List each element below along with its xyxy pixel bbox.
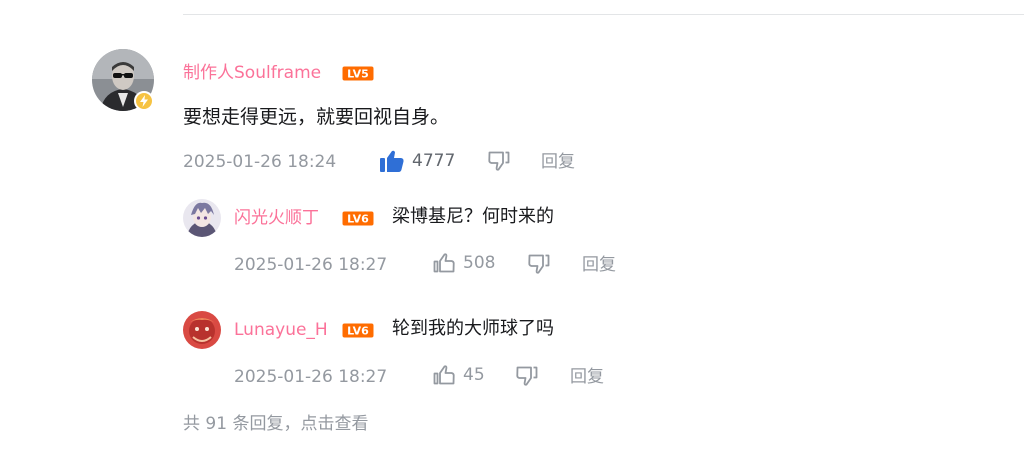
thumbs-down-icon[interactable]	[488, 151, 510, 171]
comment-timestamp: 2025-01-26 18:24	[183, 152, 337, 172]
level-badge: LV6	[342, 323, 374, 338]
vip-badge	[134, 91, 154, 111]
thumbs-up-icon	[433, 365, 455, 385]
reply-avatar[interactable]	[183, 199, 221, 237]
reply-button[interactable]: 回复	[570, 367, 604, 387]
view-more-replies-link[interactable]: 共 91 条回复，点击查看	[183, 414, 368, 434]
like-button[interactable]: 4777	[380, 150, 455, 172]
svg-text:LV6: LV6	[347, 213, 369, 226]
reply-avatar[interactable]	[183, 311, 221, 349]
svg-text:LV6: LV6	[347, 325, 369, 338]
reply-text: 轮到我的大师球了吗	[392, 318, 554, 339]
reply-username[interactable]: 闪光火顺丁	[234, 208, 319, 228]
svg-text:LV5: LV5	[347, 68, 369, 81]
reply-username[interactable]: Lunayue_H	[234, 320, 328, 340]
comment-text: 要想走得更远，就要回视自身。	[183, 106, 450, 128]
reply-timestamp: 2025-01-26 18:27	[234, 367, 388, 387]
thumbs-up-icon	[433, 253, 455, 273]
thumbs-down-icon[interactable]	[516, 366, 538, 386]
like-count: 508	[463, 253, 496, 273]
reply-button[interactable]: 回复	[541, 152, 575, 172]
thumbs-up-icon	[380, 150, 404, 172]
reply-text: 梁博基尼？何时来的	[392, 206, 554, 227]
like-count: 45	[463, 365, 485, 385]
like-button[interactable]: 45	[433, 365, 485, 385]
comment-username[interactable]: 制作人Soulframe	[183, 63, 321, 83]
level-badge: LV6	[342, 211, 374, 226]
reply-timestamp: 2025-01-26 18:27	[234, 255, 388, 275]
reply-button[interactable]: 回复	[582, 255, 616, 275]
like-count: 4777	[412, 151, 456, 171]
like-button[interactable]: 508	[433, 253, 495, 273]
top-divider	[183, 14, 1024, 15]
thumbs-down-icon[interactable]	[528, 254, 550, 274]
level-badge: LV5	[342, 66, 374, 81]
lightning-icon	[140, 95, 148, 107]
